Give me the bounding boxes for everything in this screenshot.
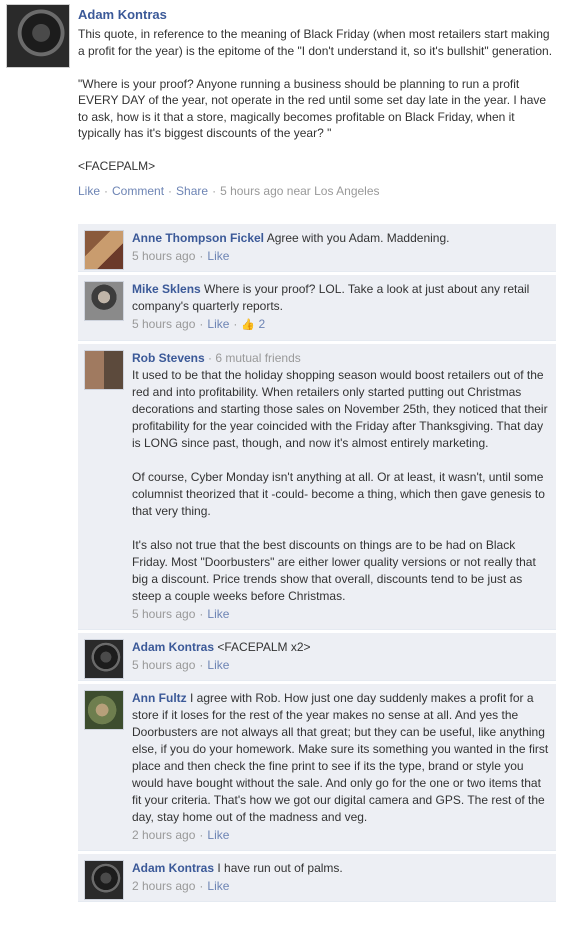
comment-meta: 5 hours ago · Like · 👍 2 <box>132 315 550 334</box>
comment-text: Adam Kontras I have run out of palms. <box>132 860 550 877</box>
comment-timestamp: 5 hours ago <box>132 317 196 331</box>
post-timestamp: 5 hours ago near Los Angeles <box>220 183 380 198</box>
comment-text: Mike Sklens Where is your proof? LOL. Ta… <box>132 281 550 315</box>
author-avatar[interactable] <box>6 4 70 68</box>
commenter-avatar[interactable] <box>84 690 124 730</box>
comment-meta: 5 hours ago · Like <box>132 247 550 265</box>
comment-item: Ann Fultz I agree with Rob. How just one… <box>78 684 556 851</box>
commenter-avatar[interactable] <box>84 230 124 270</box>
comment-text: Anne Thompson Fickel Agree with you Adam… <box>132 230 550 247</box>
comment-timestamp: 2 hours ago <box>132 879 196 893</box>
comment-item: Adam Kontras <FACEPALM x2> 5 hours ago · L… <box>78 633 556 681</box>
comment-like-link[interactable]: Like <box>207 607 229 621</box>
commenter-name[interactable]: Mike Sklens <box>132 282 201 296</box>
separator-dot: · <box>199 317 204 331</box>
post-author-name[interactable]: Adam Kontras <box>78 6 558 24</box>
like-count[interactable]: 2 <box>258 317 265 331</box>
comment-item: Anne Thompson Fickel Agree with you Adam… <box>78 224 556 272</box>
post-body: Adam Kontras This quote, in reference to… <box>78 6 558 199</box>
separator-dot: · <box>168 183 173 198</box>
comment-item: Rob Stevens · 6 mutual friends It used t… <box>78 344 556 630</box>
commenter-avatar[interactable] <box>84 350 124 390</box>
comment-like-link[interactable]: Like <box>207 879 229 893</box>
comment-link[interactable]: Comment <box>112 184 164 198</box>
comment-body: Agree with you Adam. Maddening. <box>266 231 450 245</box>
comment-body: I agree with Rob. How just one day sudde… <box>132 691 549 824</box>
separator-dot: · <box>199 828 204 842</box>
comment-like-link[interactable]: Like <box>207 828 229 842</box>
separator-dot: · <box>199 658 204 672</box>
comment-paragraph: It's also not true that the best discoun… <box>132 538 536 603</box>
comment-paragraph: It used to be that the holiday shopping … <box>132 368 548 450</box>
comment-meta: 5 hours ago · Like <box>132 605 550 623</box>
separator-dot: · <box>199 607 204 621</box>
comment-timestamp: 5 hours ago <box>132 607 196 621</box>
comments-list: Anne Thompson Fickel Agree with you Adam… <box>78 224 556 905</box>
comment-like-link[interactable]: Like <box>207 658 229 672</box>
separator-dot: · <box>199 249 204 263</box>
comment-text: Ann Fultz I agree with Rob. How just one… <box>132 690 550 826</box>
comment-like-link[interactable]: Like <box>207 317 229 331</box>
separator-dot: · <box>199 879 204 893</box>
post-message: This quote, in reference to the meaning … <box>78 27 553 173</box>
commenter-name[interactable]: Anne Thompson Fickel <box>132 231 264 245</box>
share-link[interactable]: Share <box>176 184 208 198</box>
comment-item: Mike Sklens Where is your proof? LOL. Ta… <box>78 275 556 341</box>
comment-meta: 5 hours ago · Like <box>132 656 550 674</box>
like-link[interactable]: Like <box>78 184 100 198</box>
separator-dot: · <box>233 317 238 331</box>
separator-dot: · <box>104 183 109 198</box>
thumbs-up-icon[interactable]: 👍 <box>241 316 255 334</box>
separator-dot: · <box>212 183 217 198</box>
commenter-name[interactable]: Ann Fultz <box>132 691 187 705</box>
commenter-name[interactable]: Adam Kontras <box>132 861 214 875</box>
comment-like-link[interactable]: Like <box>207 249 229 263</box>
commenter-avatar[interactable] <box>84 860 124 900</box>
commenter-avatar[interactable] <box>84 281 124 321</box>
comment-timestamp: 5 hours ago <box>132 249 196 263</box>
comment-meta: 2 hours ago · Like <box>132 826 550 844</box>
comment-meta: 2 hours ago · Like <box>132 877 550 895</box>
comment-paragraph: Of course, Cyber Monday isn't anything a… <box>132 470 545 518</box>
comment-timestamp: 2 hours ago <box>132 828 196 842</box>
commenter-name[interactable]: Rob Stevens <box>132 351 205 365</box>
comment-timestamp: 5 hours ago <box>132 658 196 672</box>
comment-body: <FACEPALM x2> <box>217 640 311 654</box>
commenter-avatar[interactable] <box>84 639 124 679</box>
comment-body: I have run out of palms. <box>217 861 343 875</box>
mutual-friends-link[interactable]: · 6 mutual friends <box>208 351 301 365</box>
comment-item: Adam Kontras I have run out of palms. 2 … <box>78 854 556 902</box>
post-actions: Like · Comment · Share · 5 hours ago near Los … <box>78 183 558 199</box>
commenter-name[interactable]: Adam Kontras <box>132 640 214 654</box>
comment-text: Adam Kontras <FACEPALM x2> <box>132 639 550 656</box>
comment-text: Rob Stevens · 6 mutual friends It used t… <box>132 350 550 605</box>
